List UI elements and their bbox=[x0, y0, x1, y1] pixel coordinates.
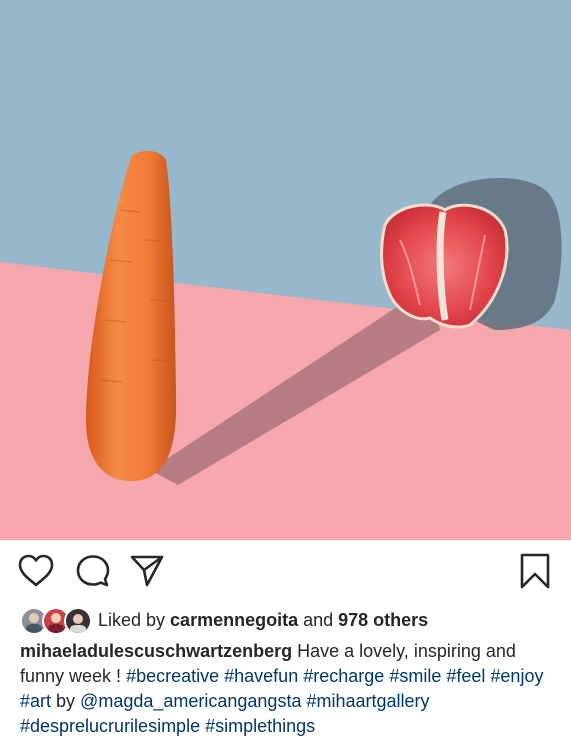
avatar bbox=[64, 607, 92, 635]
hashtag[interactable]: #havefun bbox=[224, 666, 298, 686]
author-username[interactable]: mihaeladulescuschwartzenberg bbox=[20, 641, 292, 661]
post-photo bbox=[0, 0, 571, 540]
hashtag[interactable]: #simplethings bbox=[205, 716, 315, 736]
heart-icon[interactable] bbox=[18, 554, 54, 593]
action-bar bbox=[0, 540, 571, 602]
liker-username[interactable]: carmennegoita bbox=[170, 610, 298, 631]
comment-icon[interactable] bbox=[76, 554, 110, 593]
hashtag[interactable]: #becreative bbox=[126, 666, 219, 686]
mention-link[interactable]: @magda_americangangsta bbox=[80, 691, 301, 711]
liker-avatars[interactable] bbox=[20, 606, 92, 635]
bookmark-icon[interactable] bbox=[520, 553, 550, 594]
hashtag[interactable]: #mihaartgallery bbox=[306, 691, 429, 711]
hashtag[interactable]: #smile bbox=[389, 666, 441, 686]
hashtag[interactable]: #feel bbox=[446, 666, 485, 686]
likes-count[interactable]: 978 others bbox=[338, 610, 428, 631]
caption-by-text: by bbox=[51, 691, 81, 711]
hashtag[interactable]: #recharge bbox=[303, 666, 384, 686]
likes-middle: and bbox=[298, 609, 339, 630]
post-image[interactable] bbox=[0, 0, 571, 540]
hashtag[interactable]: #art bbox=[20, 691, 51, 711]
likes-prefix: Liked by bbox=[98, 609, 171, 630]
paper-plane-icon[interactable] bbox=[130, 554, 164, 593]
post-caption: mihaeladulescuschwartzenberg Have a love… bbox=[20, 639, 556, 739]
hashtag[interactable]: #enjoy bbox=[490, 666, 543, 686]
likes-row: Liked by carmennegoita and 978 others bbox=[20, 604, 428, 636]
hashtag[interactable]: #desprelucrurilesimple bbox=[20, 716, 200, 736]
